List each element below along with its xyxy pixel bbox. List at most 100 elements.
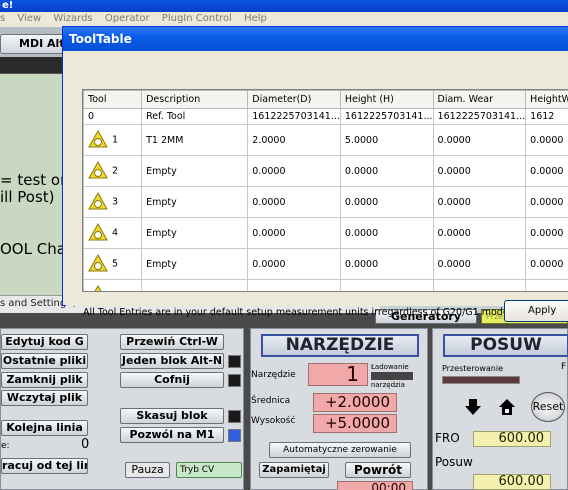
feed-override-slider[interactable]	[442, 376, 520, 384]
tab-mdi[interactable]: MDI Alt	[0, 34, 66, 54]
table-cell[interactable]: 0.0000	[525, 124, 568, 156]
undo-button[interactable]: Cofnij	[120, 372, 224, 388]
column-header-tool[interactable]: Tool	[83, 90, 143, 109]
table-cell[interactable]	[432, 279, 527, 291]
table-header-row: Tool Description Diameter(D) Height (H) …	[83, 90, 568, 109]
table-row-ref-tool[interactable]: 0 Ref. Tool 1612225703141... 16122257031…	[83, 108, 568, 125]
tool-change-label-2: narzędzia	[371, 381, 405, 389]
table-cell-tool[interactable]: 2	[83, 155, 143, 187]
table-cell[interactable]: 0.0000	[432, 248, 527, 280]
table-cell[interactable]: 0.0000	[339, 186, 434, 218]
feed-down-icon[interactable]	[464, 398, 482, 419]
dialog-body: Tool Description Diameter(D) Height (H) …	[66, 51, 568, 322]
tooltable-dialog: ToolTable Tool Description Diameter(D) H…	[62, 26, 568, 322]
table-cell[interactable]: 2.0000	[247, 124, 341, 156]
table-cell-tool[interactable]: 1	[83, 124, 143, 156]
table-cell[interactable]: 0.0000	[432, 124, 527, 156]
auto-zero-button[interactable]: Automatyczne zerowanie	[269, 442, 411, 458]
column-header-height-wear[interactable]: HeightW	[525, 90, 568, 109]
rewind-button[interactable]: Przewiń Ctrl-W	[120, 334, 224, 350]
table-cell[interactable]: 0.0000	[525, 217, 568, 249]
tool-label: Narzędzie	[251, 370, 296, 380]
table-cell[interactable]: 0.0000	[432, 186, 527, 218]
menu-item-help[interactable]: Help	[244, 13, 267, 24]
table-cell[interactable]: 1612225703141...	[247, 108, 341, 125]
table-cell[interactable]: 5.0000	[339, 124, 434, 156]
table-cell[interactable]: 0.0000	[525, 155, 568, 187]
menu-item-file[interactable]: s	[0, 13, 5, 24]
table-row[interactable]: 3 Empty 0.0000 0.0000 0.0000 0.0000	[83, 186, 568, 218]
table-row[interactable]: 5 Empty 0.0000 0.0000 0.0000 0.0000	[83, 248, 568, 280]
table-cell[interactable]: 0.0000	[339, 217, 434, 249]
menu-item-operator[interactable]: Operator	[105, 13, 150, 24]
close-file-button[interactable]: Zamknij plik	[1, 372, 88, 388]
table-cell[interactable]: 0.0000	[247, 155, 341, 187]
table-cell[interactable]: Ref. Tool	[141, 108, 249, 125]
table-cell[interactable]: 0.0000	[525, 248, 568, 280]
tool-table-grid[interactable]: Tool Description Diameter(D) Height (H) …	[82, 89, 568, 292]
edit-gcode-button[interactable]: Edytuj kod G	[1, 334, 88, 350]
table-row[interactable]: 4 Empty 0.0000 0.0000 0.0000 0.0000	[83, 217, 568, 249]
tool-change-label: Ładowanie	[371, 363, 409, 371]
dialog-titlebar[interactable]: ToolTable	[63, 27, 568, 51]
table-cell-tool[interactable]	[83, 279, 143, 291]
menu-item-wizards[interactable]: Wizards	[53, 13, 92, 24]
single-block-led	[228, 355, 241, 368]
fro-dro[interactable]: 600.00	[473, 431, 551, 447]
table-cell[interactable]: 0.0000	[247, 186, 341, 218]
next-line-button[interactable]: Kolejna linia	[1, 420, 88, 436]
run-from-line-button[interactable]: racuj od tej linii	[1, 458, 88, 474]
feed-up-icon[interactable]	[498, 398, 516, 419]
table-cell[interactable]: 0.0000	[247, 217, 341, 249]
table-cell[interactable]: 0.0000	[432, 155, 527, 187]
table-cell[interactable]: 1612	[525, 108, 568, 125]
diameter-dro[interactable]: +2.0000	[313, 393, 397, 412]
table-cell-tool[interactable]: 3	[83, 186, 143, 218]
table-cell[interactable]: 0.0000	[432, 217, 527, 249]
feed-reset-button[interactable]: Reset	[531, 392, 565, 422]
table-cell[interactable]: 0.0000	[247, 248, 341, 280]
table-cell[interactable]: T1 2MM	[141, 124, 249, 156]
app-menubar: s View Wizards Operator PlugIn Control H…	[0, 12, 568, 27]
table-cell[interactable]: Empty	[141, 186, 249, 218]
table-row[interactable]: 2 Empty 0.0000 0.0000 0.0000 0.0000	[83, 155, 568, 187]
table-cell[interactable]	[141, 279, 249, 291]
column-header-description[interactable]: Description	[141, 90, 249, 109]
block-delete-button[interactable]: Skasuj blok	[120, 408, 224, 424]
column-header-height[interactable]: Height (H)	[339, 90, 434, 109]
menu-item-view[interactable]: View	[17, 13, 41, 24]
apply-button[interactable]: Apply	[504, 300, 568, 322]
gcode-text-panel: = test or ill Post) OOL Char	[0, 73, 72, 295]
remember-button[interactable]: Zapamiętaj	[259, 462, 329, 478]
table-row[interactable]: 1 T1 2MM 2.0000 5.0000 0.0000 0.0000	[83, 124, 568, 156]
table-cell[interactable]	[525, 279, 568, 291]
load-file-button[interactable]: Wczytaj plik	[1, 390, 88, 406]
table-cell[interactable]: Empty	[141, 155, 249, 187]
single-block-button[interactable]: Jeden blok Alt-N	[120, 353, 224, 369]
column-header-diameter[interactable]: Diameter(D)	[247, 90, 341, 109]
table-row-partial[interactable]	[83, 279, 568, 291]
tool-panel: NARZĘDZIE Narzędzie 1 Ładowanie narzędzi…	[250, 328, 428, 490]
feed-panel: POSUW Przesterowanie F Reset FRO 600.00 …	[432, 328, 568, 490]
table-cell[interactable]: Empty	[141, 248, 249, 280]
table-cell[interactable]	[339, 279, 434, 291]
pause-button[interactable]: Pauza	[125, 462, 170, 478]
table-cell[interactable]: 1612225703141...	[432, 108, 527, 125]
table-cell[interactable]: 1612225703141...	[339, 108, 434, 125]
table-cell[interactable]: 0.0000	[339, 248, 434, 280]
table-cell[interactable]: Empty	[141, 217, 249, 249]
table-cell[interactable]: 0.0000	[525, 186, 568, 218]
height-dro[interactable]: +5.0000	[313, 414, 397, 433]
feed-dro[interactable]: 600.00	[473, 474, 551, 490]
table-cell-tool[interactable]: 4	[83, 217, 143, 249]
recent-files-button[interactable]: Ostatnie pliki	[1, 353, 88, 369]
return-button[interactable]: Powrót	[345, 462, 411, 478]
column-header-diam-wear[interactable]: Diam. Wear	[432, 90, 527, 109]
tool-number-dro[interactable]: 1	[308, 363, 368, 386]
allow-m1-button[interactable]: Pozwól na M1	[120, 427, 224, 443]
table-cell-tool[interactable]: 5	[83, 248, 143, 280]
menu-item-plugin-control[interactable]: PlugIn Control	[162, 13, 232, 24]
table-cell[interactable]: 0.0000	[339, 155, 434, 187]
table-cell[interactable]	[247, 279, 341, 291]
table-cell[interactable]: 0	[83, 108, 143, 125]
